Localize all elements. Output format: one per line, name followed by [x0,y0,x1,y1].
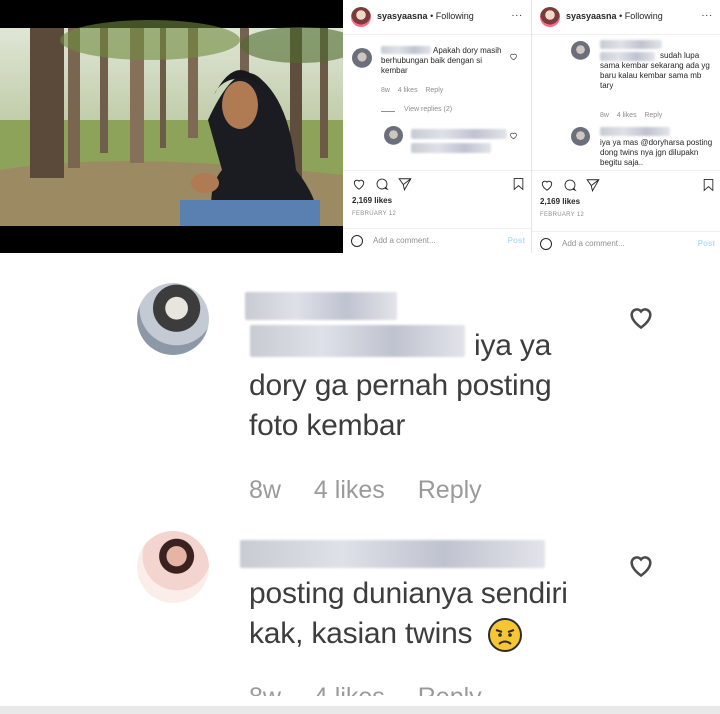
reply-link[interactable]: Reply [644,112,662,119]
heart-icon[interactable] [352,177,366,191]
follow-status[interactable]: Following [436,11,474,21]
separator: • [430,11,434,21]
comment-likes[interactable]: 4 likes [398,87,418,94]
comment-text-line: posting dunianya sendiri [249,577,568,610]
comment-text-line: dory ga pernah posting [249,369,552,402]
divider [532,170,720,171]
comment-meta: 8w 4 likes Reply [600,112,662,119]
more-icon[interactable]: ... [702,8,713,19]
post-photo [0,0,343,253]
heart-icon[interactable] [626,303,656,331]
bottom-border [0,706,720,714]
post-header: syasyaasna • Following ... [532,0,720,35]
comment-likes[interactable]: 4 likes [314,683,385,696]
disappointed-emoji-icon [488,618,522,652]
avatar[interactable] [351,7,371,27]
comment-icon[interactable] [375,177,389,191]
avatar[interactable] [540,7,560,27]
share-icon[interactable] [398,177,412,191]
blurred-reply [411,143,491,153]
blurred-username [240,540,545,568]
comment-likes[interactable]: 4 likes [314,476,385,504]
comment-icon[interactable] [563,178,577,192]
comment-text: sudah lupa sama kembar sekarang ada yg b… [600,51,710,90]
comment-likes[interactable]: 4 likes [617,112,637,119]
post-username-line: syasyaasna • Following [377,11,474,21]
more-icon[interactable]: ... [512,8,523,19]
separator: • [619,11,623,21]
emoji-icon[interactable] [540,238,552,250]
bookmark-icon[interactable] [702,178,715,192]
post-button[interactable]: Post [698,239,715,248]
post-header: syasyaasna • Following ... [343,0,531,35]
post-date: FEBRUARY 12 [352,211,397,217]
emoji-icon[interactable] [351,235,363,247]
comment-meta: 8w 4 likes Reply [249,476,508,505]
divider [343,170,531,171]
replies-line [381,111,395,112]
view-replies-link[interactable]: View replies (2) [404,106,452,113]
reply-link[interactable]: Reply [418,683,482,696]
comment-text: iya ya mas @doryharsa posting dong twins… [600,138,713,167]
commenter-avatar[interactable] [137,531,209,603]
username[interactable]: syasyaasna [377,11,428,21]
heart-icon[interactable] [509,131,518,140]
comment-meta: 8w 4 likes Reply [249,682,508,696]
likes-count[interactable]: 2,169 likes [540,197,580,206]
comment-text-line: iya ya [474,329,552,362]
heart-icon[interactable] [509,52,518,61]
comment-meta: 8w 4 likes Reply [381,87,443,94]
add-comment-row: Add a comment... Post [532,231,720,253]
bookmark-icon[interactable] [512,177,525,191]
commenter-avatar[interactable] [352,48,372,68]
post-date: FEBRUARY 12 [540,212,585,218]
comments-panel-left: syasyaasna • Following ... Apakah dory m… [343,0,531,253]
commenter-avatar[interactable] [137,283,209,355]
comments-panel-right: syasyaasna • Following ... sudah lupa sa… [531,0,720,253]
blurred-reply [411,129,507,139]
comment-text-line: kak, kasian twins [249,617,473,650]
add-comment-input[interactable]: Add a comment... [562,239,625,248]
comment-text-line: foto kembar [249,409,406,442]
post-username-line: syasyaasna • Following [566,11,663,21]
photo-forest-scene [0,0,343,253]
comment-time: 8w [600,112,609,119]
comment-time: 8w [381,87,390,94]
comment-text: Apakah dory masih berhubungan baik denga… [381,46,502,75]
post-button[interactable]: Post [508,236,525,245]
username[interactable]: syasyaasna [566,11,617,21]
blurred-username [600,40,662,49]
add-comment-input[interactable]: Add a comment... [373,236,436,245]
blurred-username [600,127,670,136]
follow-status[interactable]: Following [625,11,663,21]
blurred-username [245,292,397,320]
comment-time: 8w [249,683,281,696]
add-comment-row: Add a comment... Post [343,228,531,253]
share-icon[interactable] [586,178,600,192]
blurred-mention [250,325,465,357]
heart-icon[interactable] [626,551,656,579]
reply-link[interactable]: Reply [418,476,482,504]
reply-avatar[interactable] [571,127,590,146]
reply-avatar[interactable] [384,126,403,145]
commenter-avatar[interactable] [571,41,590,60]
heart-icon[interactable] [540,178,554,192]
likes-count[interactable]: 2,169 likes [352,196,392,205]
reply-link[interactable]: Reply [425,87,443,94]
comment-time: 8w [249,476,281,504]
